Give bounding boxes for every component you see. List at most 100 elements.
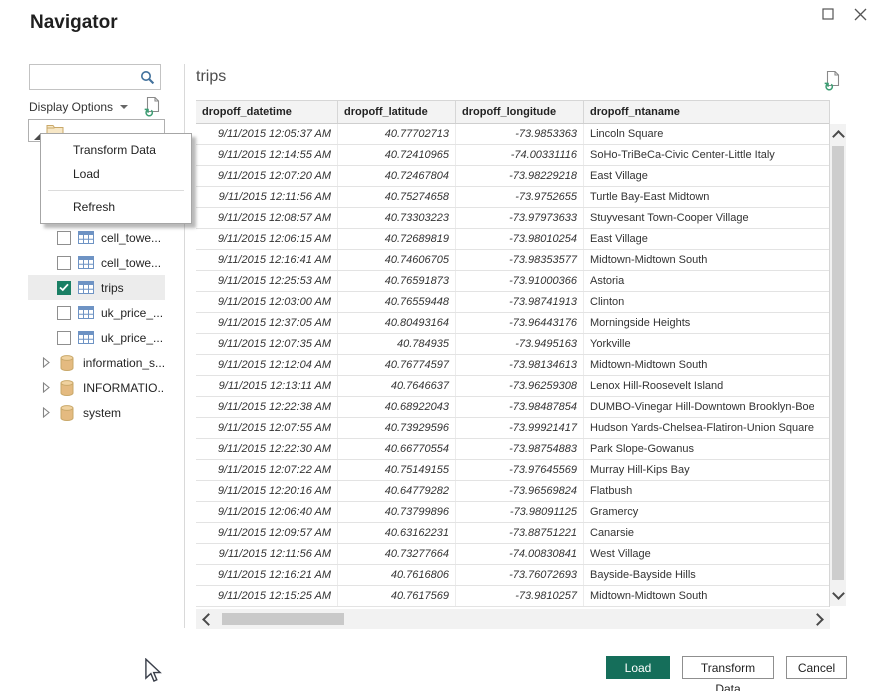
sidebar-item-uk-price[interactable]: uk_price_... [28,325,165,350]
column-header-dropoff-ntaname: dropoff_ntaname [584,101,814,123]
column-header-dropoff-datetime: dropoff_datetime [196,101,338,123]
table-cell: -73.98010254 [456,229,584,249]
load-button[interactable]: Load [606,656,670,679]
close-icon [854,8,867,21]
table-cell: 9/11/2015 12:07:22 AM [196,460,338,480]
table-row: 9/11/2015 12:08:57 AM40.73303223-73.9797… [196,208,829,229]
table-row: 9/11/2015 12:22:30 AM40.66770554-73.9875… [196,439,829,460]
scroll-down-icon[interactable] [832,587,845,600]
display-options-dropdown[interactable]: Display Options [29,100,128,114]
refresh-navigator-icon[interactable]: ↻ [146,96,162,116]
table-cell: West Village [584,544,814,564]
table-cell: 9/11/2015 12:08:57 AM [196,208,338,228]
table-cell: -73.9495163 [456,334,584,354]
close-button[interactable] [850,4,870,24]
table-cell: Midtown-Midtown South [584,250,814,270]
checkbox-unchecked[interactable] [57,256,71,270]
table-row: 9/11/2015 12:16:21 AM40.7616806-73.76072… [196,565,829,586]
table-cell: -73.91000366 [456,271,584,291]
table-cell: 9/11/2015 12:13:11 AM [196,376,338,396]
table-cell: 40.72467804 [338,166,456,186]
search-input[interactable] [34,67,140,89]
table-cell: 9/11/2015 12:07:35 AM [196,334,338,354]
table-cell: 9/11/2015 12:16:21 AM [196,565,338,585]
transform-data-button[interactable]: Transform Data [682,656,774,679]
table-row: 9/11/2015 12:22:38 AM40.68922043-73.9848… [196,397,829,418]
scroll-left-icon[interactable] [202,613,215,626]
expand-arrow-icon[interactable] [42,382,50,393]
table-row: 9/11/2015 12:11:56 AM40.73277664-74.0083… [196,544,829,565]
menu-item-load[interactable]: Load [41,162,191,186]
database-icon [60,405,74,421]
refresh-arrows-glyph: ↻ [144,107,154,119]
table-cell: 9/11/2015 12:06:15 AM [196,229,338,249]
vertical-scrollbar-thumb[interactable] [832,146,844,580]
checkbox-unchecked[interactable] [57,331,71,345]
checkbox-unchecked[interactable] [57,306,71,320]
scroll-up-icon[interactable] [832,130,845,143]
scroll-right-icon[interactable] [811,613,824,626]
table-cell: 9/11/2015 12:37:05 AM [196,313,338,333]
table-row: 9/11/2015 12:06:15 AM40.72689819-73.9801… [196,229,829,250]
search-box [29,64,161,90]
table-cell: -74.00331116 [456,145,584,165]
horizontal-scrollbar[interactable] [196,609,830,629]
sidebar-item-label: system [83,406,121,420]
checkbox-checked[interactable] [57,281,71,295]
table-row: 9/11/2015 12:11:56 AM40.75274658-73.9752… [196,187,829,208]
table-icon [78,306,94,319]
table-cell: Astoria [584,271,814,291]
cancel-button[interactable]: Cancel [786,656,847,679]
sidebar-item-informatio[interactable]: INFORMATIO... [28,375,165,400]
table-row: 9/11/2015 12:14:55 AM40.72410965-74.0033… [196,145,829,166]
table-cell: 9/11/2015 12:05:37 AM [196,124,338,144]
refresh-preview-icon[interactable]: ↻ [826,70,842,90]
sidebar-item-information-s[interactable]: information_s... [28,350,165,375]
table-cell: 40.75274658 [338,187,456,207]
maximize-icon [822,8,834,20]
menu-item-transform-data[interactable]: Transform Data [41,138,191,162]
expand-arrow-icon[interactable] [42,357,50,368]
table-cell: 9/11/2015 12:12:04 AM [196,355,338,375]
table-row: 9/11/2015 12:13:11 AM40.7646637-73.96259… [196,376,829,397]
column-header-dropoff-latitude: dropoff_latitude [338,101,456,123]
table-row: 9/11/2015 12:37:05 AM40.80493164-73.9644… [196,313,829,334]
checkbox-unchecked[interactable] [57,231,71,245]
sidebar-item-uk-price[interactable]: uk_price_... [28,300,165,325]
table-cell: 9/11/2015 12:06:40 AM [196,502,338,522]
column-header-dropoff-longitude: dropoff_longitude [456,101,584,123]
table-cell: 40.76591873 [338,271,456,291]
table-cell: 40.75149155 [338,460,456,480]
table-cell: -73.9752655 [456,187,584,207]
sidebar-item-trips[interactable]: trips [28,275,165,300]
horizontal-scrollbar-thumb[interactable] [222,613,344,625]
table-cell: Bayside-Bayside Hills [584,565,814,585]
table-cell: Clinton [584,292,814,312]
table-cell: Midtown-Midtown South [584,586,814,606]
sidebar-item-cell-towe[interactable]: cell_towe... [28,225,165,250]
table-cell: -73.98487854 [456,397,584,417]
search-icon[interactable] [140,70,155,85]
sidebar-item-cell-towe[interactable]: cell_towe... [28,250,165,275]
table-cell: Park Slope-Gowanus [584,439,814,459]
table-cell: 9/11/2015 12:07:20 AM [196,166,338,186]
table-cell: -73.97973633 [456,208,584,228]
sidebar-item-system[interactable]: system [28,400,165,425]
sidebar-item-label: uk_price_... [101,331,163,345]
table-cell: -73.9810257 [456,586,584,606]
table-cell: 40.784935 [338,334,456,354]
table-row: 9/11/2015 12:12:04 AM40.76774597-73.9813… [196,355,829,376]
table-cell: Gramercy [584,502,814,522]
table-cell: Lincoln Square [584,124,814,144]
table-cell: 9/11/2015 12:22:30 AM [196,439,338,459]
table-cell: DUMBO-Vinegar Hill-Downtown Brooklyn-Boe… [584,397,814,417]
table-cell: Canarsie [584,523,814,543]
maximize-button[interactable] [818,4,838,24]
expand-arrow-icon[interactable] [42,407,50,418]
sidebar-item-label: cell_towe... [101,231,161,245]
table-cell: Morningside Heights [584,313,814,333]
menu-separator [48,190,184,191]
vertical-scrollbar[interactable] [830,124,846,606]
table-cell: 40.74606705 [338,250,456,270]
menu-item-refresh[interactable]: Refresh [41,195,191,219]
